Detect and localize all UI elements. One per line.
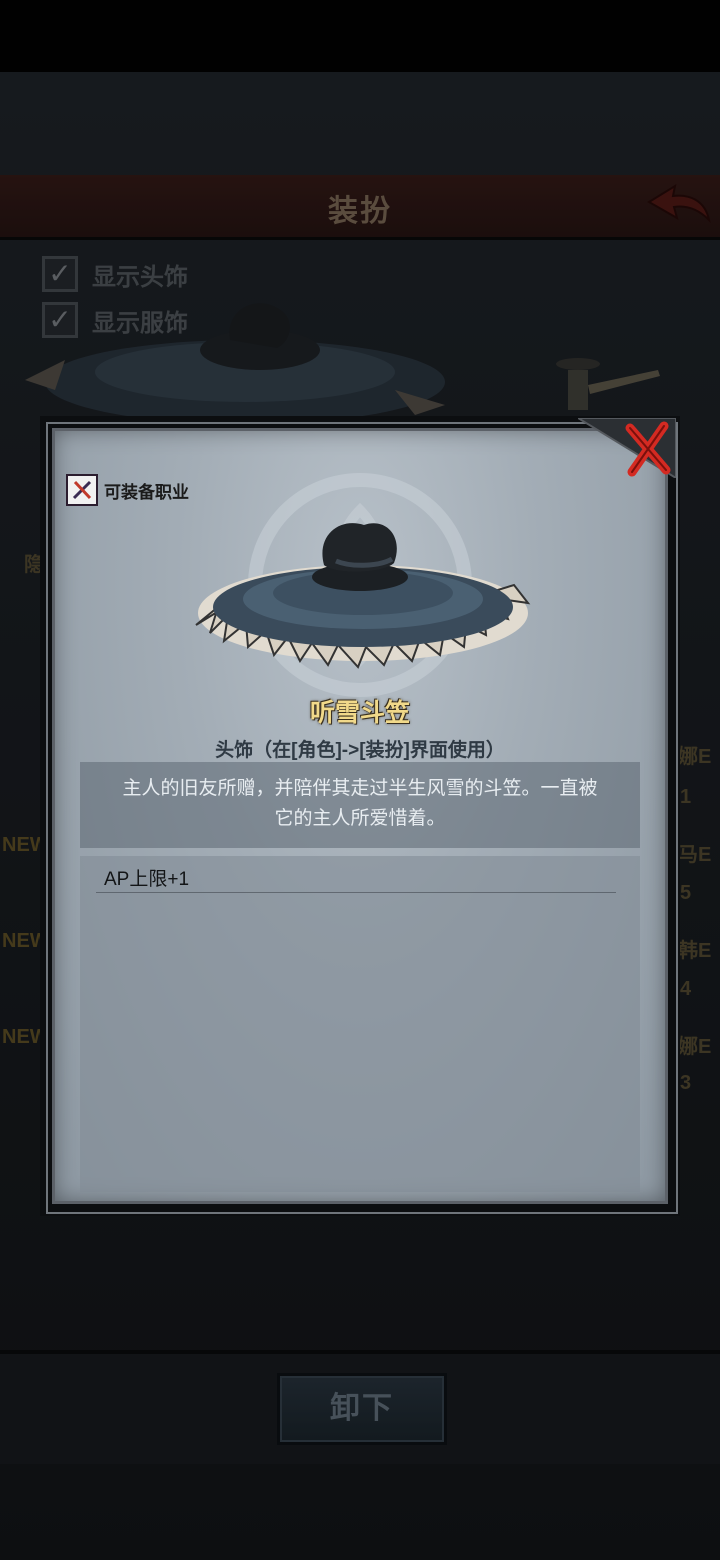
- equippable-class-label: 可装备职业: [104, 482, 189, 502]
- close-icon[interactable]: [578, 418, 676, 478]
- item-type: 头饰（在[角色]->[装扮]界面使用）: [215, 740, 505, 761]
- description-line: 它的主人所爱惜着。: [274, 808, 446, 829]
- straw-hat-item-image: [195, 523, 531, 669]
- stat-divider: [96, 892, 616, 893]
- description-line: 主人的旧友所赠，并陪伴其走过半生风雪的斗笠。一直被: [122, 778, 598, 799]
- stats-panel: [80, 856, 640, 1192]
- item-description: 主人的旧友所赠，并陪伴其走过半生风雪的斗笠。一直被 它的主人所爱惜着。: [100, 774, 620, 834]
- wrench-tool-icon: [66, 474, 98, 506]
- stat-ap-limit: AP上限+1: [104, 869, 190, 890]
- item-name: 听雪斗笠: [309, 699, 410, 727]
- equippable-class-tag[interactable]: 可装备职业: [66, 474, 189, 506]
